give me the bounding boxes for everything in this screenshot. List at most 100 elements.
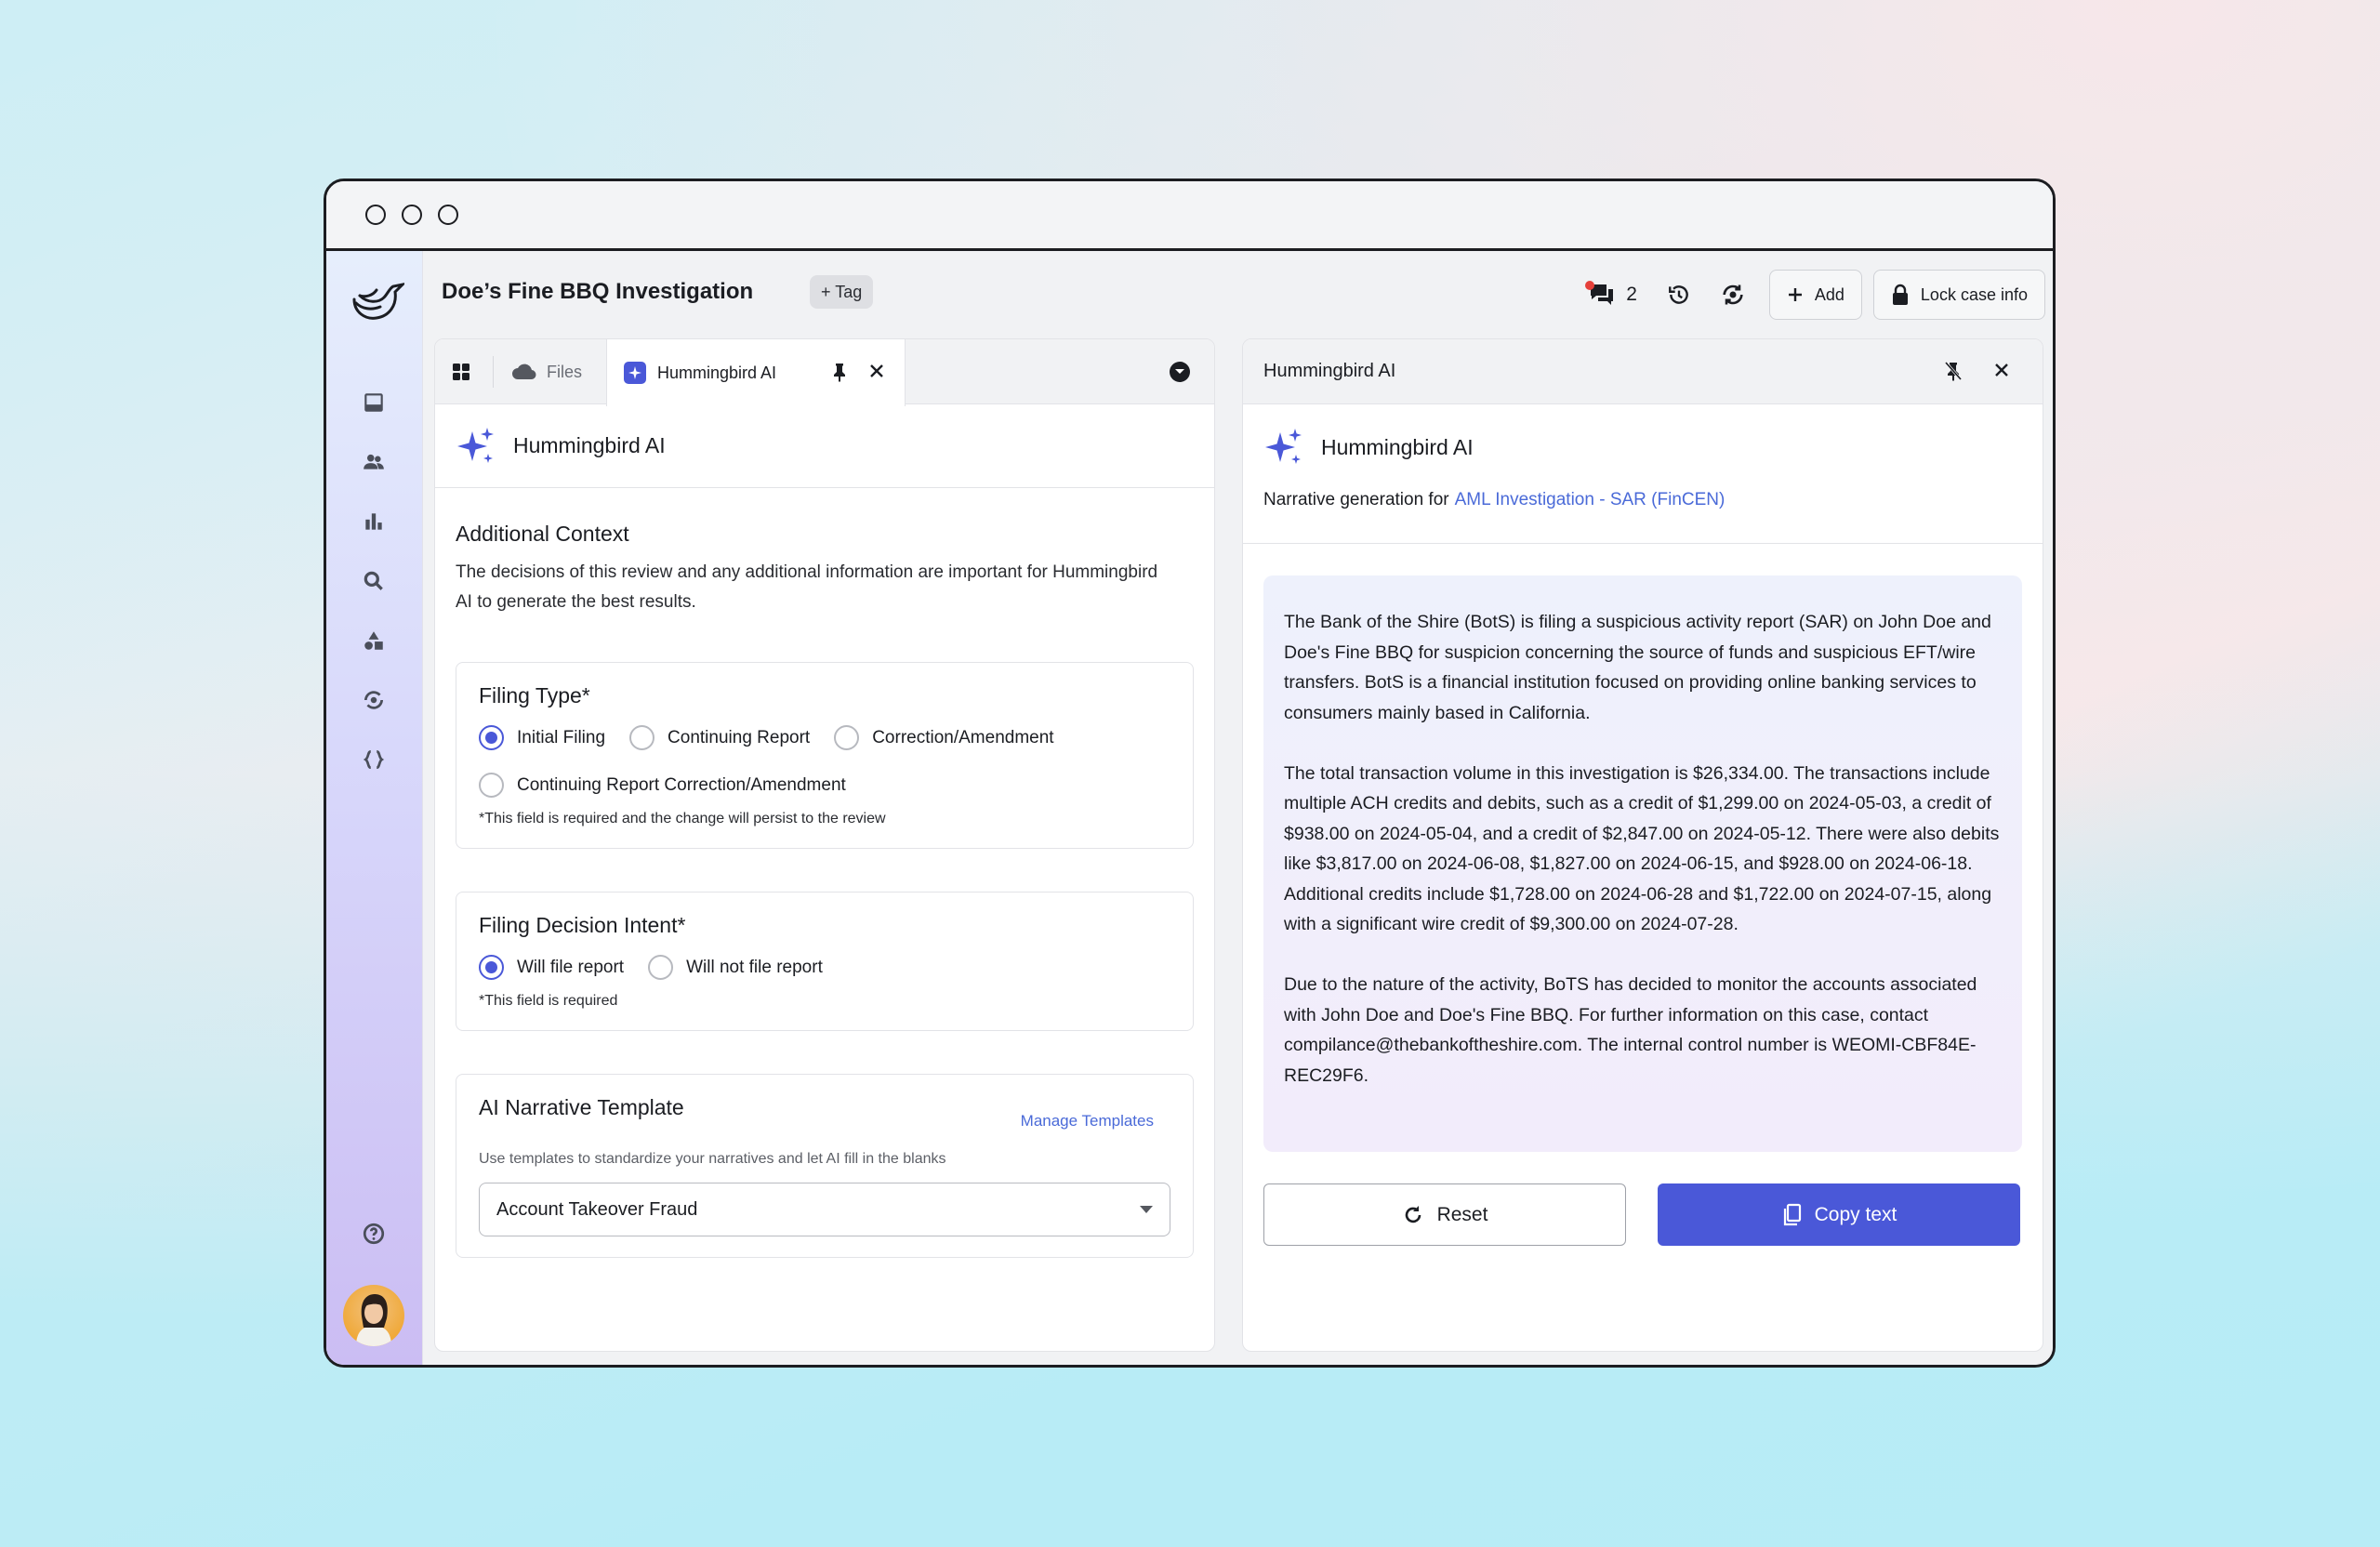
radio-will-not-file[interactable]: Will not file report xyxy=(648,955,823,980)
search-icon[interactable] xyxy=(358,565,390,597)
radio-initial-filing[interactable]: Initial Filing xyxy=(479,725,605,750)
unpin-icon[interactable] xyxy=(1944,361,1963,381)
ai-panel-title: Hummingbird AI xyxy=(513,433,666,457)
case-title: Doe’s Fine BBQ Investigation xyxy=(442,279,754,304)
right-panel-title-row: Hummingbird AI xyxy=(1263,427,2022,468)
plus-icon xyxy=(1788,288,1802,301)
form-section: Additional Context The decisions of this… xyxy=(435,522,1214,1258)
radio-selected-indicator xyxy=(479,725,504,750)
filing-decision-note: *This field is required xyxy=(479,993,618,1009)
lock-case-button[interactable]: Lock case info xyxy=(1872,270,2045,320)
narrative-paragraph: The Bank of the Shire (BotS) is filing a… xyxy=(1284,612,1991,723)
sparkles-icon xyxy=(457,427,494,463)
narrative-subtitle-prefix: Narrative generation for xyxy=(1263,490,1449,509)
filing-decision-options: Will file report Will not file report xyxy=(479,955,1170,980)
right-panel-header: Hummingbird AI Narrative generation for A… xyxy=(1243,404,2043,544)
tab-files[interactable]: Files xyxy=(511,339,582,404)
template-title: AI Narrative Template xyxy=(479,1095,684,1119)
comments-button[interactable]: 2 xyxy=(1585,281,1637,307)
refresh-icon xyxy=(1405,1205,1421,1223)
radio-continuing-correction[interactable]: Continuing Report Correction/Amendment xyxy=(479,773,846,798)
add-button[interactable]: Add xyxy=(1768,270,1862,320)
template-header: AI Narrative Template Manage Templates xyxy=(479,1095,1170,1130)
inbox-icon[interactable] xyxy=(358,387,390,418)
window-minimize-control[interactable] xyxy=(402,205,422,225)
filing-type-note: *This field is required and the change w… xyxy=(479,811,886,826)
filing-decision-title: Filing Decision Intent* xyxy=(479,913,686,937)
add-tag-button[interactable]: + Tag xyxy=(810,275,874,309)
window-zoom-control[interactable] xyxy=(438,205,458,225)
narrative-actions: Reset Copy text xyxy=(1263,1183,2022,1246)
caret-down-icon xyxy=(1140,1206,1153,1213)
shapes-icon[interactable] xyxy=(358,625,390,656)
filing-type-options: Initial Filing Continuing Report Correct… xyxy=(479,725,1170,798)
reset-button-label: Reset xyxy=(1436,1203,1488,1225)
users-icon[interactable] xyxy=(358,446,390,478)
template-description: Use templates to standardize your narrat… xyxy=(479,1151,946,1167)
right-panel-topbar: Hummingbird AI xyxy=(1243,339,2043,404)
radio-continuing-report[interactable]: Continuing Report xyxy=(629,725,810,750)
sync-icon[interactable] xyxy=(358,684,390,716)
comment-count: 2 xyxy=(1626,284,1637,305)
radio-indicator xyxy=(629,725,655,750)
user-avatar[interactable] xyxy=(343,1285,404,1346)
cloud-icon xyxy=(512,364,536,380)
investigation-type-link[interactable]: AML Investigation - SAR (FinCEN) xyxy=(1455,490,1726,509)
app-window: Doe’s Fine BBQ Investigation + Tag 2 Add xyxy=(324,178,2056,1368)
radio-label: Continuing Report Correction/Amendment xyxy=(517,774,846,795)
narrative-paragraph: Due to the nature of the activity, BoTS … xyxy=(1284,974,1977,1086)
radio-will-file[interactable]: Will file report xyxy=(479,955,624,980)
radio-label: Continuing Report xyxy=(668,727,811,747)
sparkle-badge-icon xyxy=(624,362,646,384)
pin-icon[interactable] xyxy=(830,362,849,382)
context-title: Additional Context xyxy=(456,522,629,546)
sync-status-icon[interactable] xyxy=(1719,281,1747,309)
help-icon[interactable] xyxy=(358,1218,390,1250)
context-description: The decisions of this review and any add… xyxy=(456,562,1158,612)
radio-label: Will file report xyxy=(517,957,625,977)
left-panel: Files Hummingbird AI Hummingbird AI Addi… xyxy=(434,338,1215,1352)
sidebar-rail xyxy=(326,251,423,1365)
copy-icon xyxy=(1783,1203,1801,1225)
radio-label: Will not file report xyxy=(686,957,823,977)
manage-templates-link[interactable]: Manage Templates xyxy=(1021,1112,1154,1130)
copy-button-label: Copy text xyxy=(1814,1203,1897,1225)
template-select[interactable]: Account Takeover Fraud xyxy=(479,1183,1170,1236)
template-selected-value: Account Takeover Fraud xyxy=(496,1198,698,1220)
narrative-text-box: The Bank of the Shire (BotS) is filing a… xyxy=(1263,575,2022,1152)
filing-type-title: Filing Type* xyxy=(479,683,590,707)
history-icon[interactable] xyxy=(1665,281,1693,309)
radio-label: Initial Filing xyxy=(517,727,606,747)
hummingbird-logo-icon[interactable] xyxy=(347,271,404,324)
lock-icon xyxy=(1892,284,1908,305)
radio-indicator xyxy=(479,773,504,798)
tab-menu-icon[interactable] xyxy=(1170,362,1190,382)
tab-hummingbird-ai[interactable]: Hummingbird AI xyxy=(606,339,906,406)
close-panel-icon[interactable] xyxy=(1992,361,2011,379)
tab-active-label: Hummingbird AI xyxy=(657,363,777,382)
chart-icon[interactable] xyxy=(358,506,390,537)
radio-indicator xyxy=(648,955,674,980)
window-titlebar xyxy=(326,181,2053,251)
code-braces-icon[interactable] xyxy=(358,744,390,775)
header-actions: 2 Add Lock case info xyxy=(1585,270,2045,320)
close-tab-icon[interactable] xyxy=(867,362,886,380)
radio-indicator xyxy=(834,725,860,750)
narrative-subtitle: Narrative generation for AML Investigatio… xyxy=(1263,490,2022,510)
app-body: Doe’s Fine BBQ Investigation + Tag 2 Add xyxy=(326,251,2053,1365)
tab-files-label: Files xyxy=(547,362,583,381)
tab-divider xyxy=(493,356,494,388)
radio-correction-amendment[interactable]: Correction/Amendment xyxy=(834,725,1054,750)
add-button-label: Add xyxy=(1814,284,1844,304)
reset-button[interactable]: Reset xyxy=(1263,1183,1626,1246)
template-card: AI Narrative Template Manage Templates U… xyxy=(456,1074,1194,1258)
right-panel-top-title: Hummingbird AI xyxy=(1263,361,1396,381)
radio-label: Correction/Amendment xyxy=(872,727,1054,747)
grid-icon[interactable] xyxy=(450,361,472,383)
filing-decision-card: Filing Decision Intent* Will file report… xyxy=(456,892,1194,1031)
window-close-control[interactable] xyxy=(365,205,386,225)
right-panel: Hummingbird AI Hummingbird AI Narrative … xyxy=(1242,338,2043,1352)
case-header: Doe’s Fine BBQ Investigation + Tag 2 Add xyxy=(423,251,2053,338)
ai-panel-header: Hummingbird AI xyxy=(435,404,1214,488)
copy-text-button[interactable]: Copy text xyxy=(1658,1183,2020,1246)
